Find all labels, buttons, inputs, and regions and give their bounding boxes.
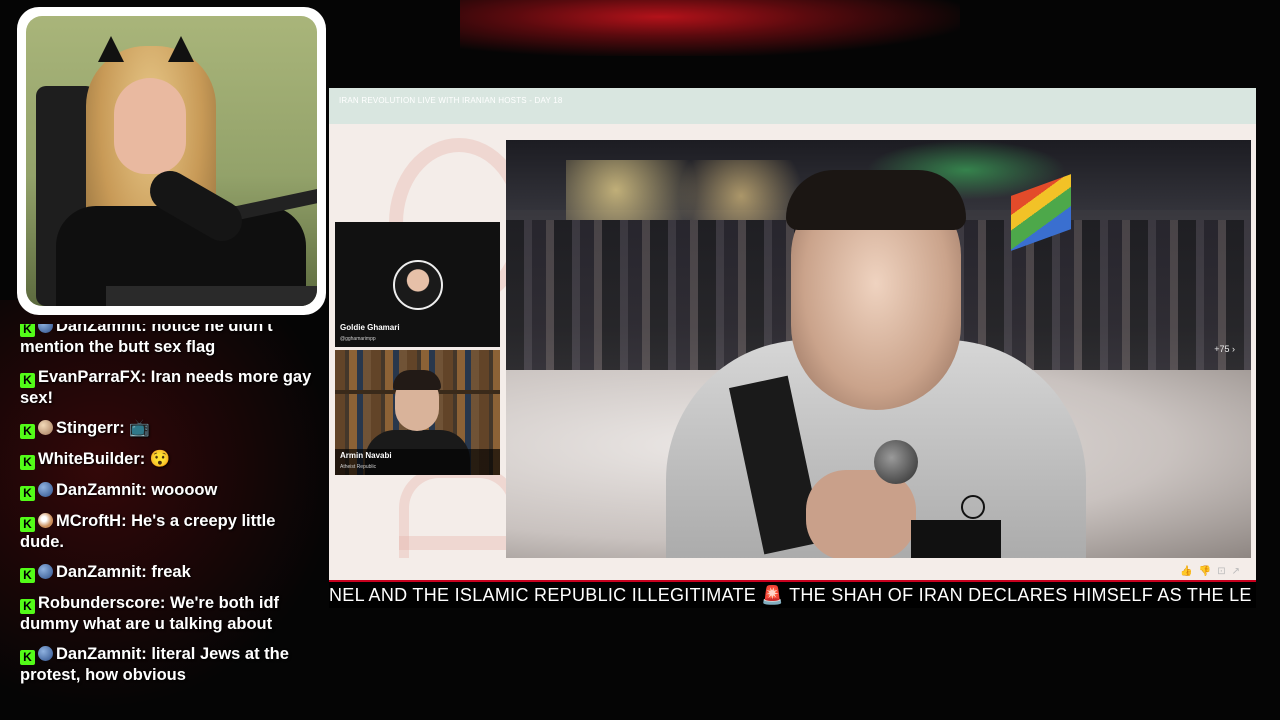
chat-message: K Stingerr: 📺 [0, 418, 330, 439]
cat-ear-left [98, 36, 124, 62]
kick-badge-icon: K [20, 568, 35, 583]
user-badge-icon [38, 420, 53, 435]
guest-tile-goldie[interactable]: Goldie Ghamari @gghamarimpp [335, 222, 500, 347]
globe-badge-icon [38, 482, 53, 497]
chat-message-text: DanZamnit: literal Jews at the protest, … [20, 645, 289, 684]
kick-badge-icon: K [20, 517, 35, 532]
guest-handle: @gghamarimpp [340, 336, 376, 342]
cat-ear-headband [98, 36, 194, 62]
pie-badge-icon [38, 513, 53, 528]
webcam-feed [26, 16, 317, 306]
chat-message: K MCroftH: He's a creepy little dude. [0, 511, 330, 552]
guest-handle: Atheist Republic [340, 464, 377, 470]
embedded-stream-window: IRAN REVOLUTION LIVE WITH IRANIAN HOSTS … [329, 88, 1256, 608]
ticker-text: NEL AND THE ISLAMIC REPUBLIC ILLEGITIMAT… [329, 585, 1252, 605]
stream-title-bar: IRAN REVOLUTION LIVE WITH IRANIAN HOSTS … [329, 88, 1256, 124]
background-red-glow [460, 0, 960, 56]
registered-mark [961, 495, 985, 519]
chat-message-text: WhiteBuilder: 😯 [38, 450, 171, 468]
chevron-right-icon: › [1232, 344, 1235, 354]
protest-video-feed[interactable]: +75 › [506, 140, 1251, 558]
kick-badge-icon: K [20, 650, 35, 665]
news-ticker: NEL AND THE ISLAMIC REPUBLIC ILLEGITIMAT… [329, 580, 1256, 608]
guest-tile-armin[interactable]: Armin Navabi Atheist Republic [335, 350, 500, 475]
kick-badge-icon: K [20, 455, 35, 470]
chat-message: K WhiteBuilder: 😯 [0, 449, 330, 470]
streamer-face [114, 78, 186, 174]
shirt-logo [911, 520, 1001, 558]
globe-badge-icon [38, 324, 53, 333]
kick-badge-icon: K [20, 424, 35, 439]
reporter-hair [786, 170, 966, 230]
streamer-webcam [17, 7, 326, 315]
city-lights [566, 160, 816, 220]
guest-hair [393, 370, 441, 390]
chat-message-text: Robunderscore: We're both idf dummy what… [20, 594, 280, 633]
globe-badge-icon [38, 646, 53, 661]
chat-message-text: EvanParraFX: Iran needs more gay sex! [20, 368, 312, 407]
kick-badge-icon: K [20, 373, 35, 388]
chat-message-text: Stingerr: 📺 [56, 419, 150, 437]
ticker-accent-line [329, 580, 1256, 582]
handheld-mic [874, 440, 918, 484]
chat-overlay: K DanZamnit: notice he didn't mention the… [0, 324, 330, 720]
chat-message-text: MCroftH: He's a creepy little dude. [20, 512, 276, 551]
cat-ear-right [168, 36, 194, 62]
chat-message: K DanZamnit: literal Jews at the protest,… [0, 644, 330, 685]
chat-message: K DanZamnit: freak [0, 562, 330, 583]
guest-avatar [393, 260, 443, 310]
reaction-icons[interactable]: 👍👎⊡↗ [1180, 566, 1246, 578]
chat-message: K EvanParraFX: Iran needs more gay sex! [0, 367, 330, 408]
guest-name: Armin Navabi [340, 451, 392, 460]
more-participants[interactable]: +75 › [1214, 343, 1235, 355]
chat-message-text: DanZamnit: notice he didn't mention the … [20, 324, 273, 356]
kick-badge-icon: K [20, 324, 35, 337]
chat-message: K DanZamnit: woooow [0, 480, 330, 501]
siren-icon: 🚨 [761, 585, 785, 605]
globe-badge-icon [38, 564, 53, 579]
kick-badge-icon: K [20, 486, 35, 501]
chat-message-text: DanZamnit: woooow [56, 481, 218, 499]
kick-badge-icon: K [20, 599, 35, 614]
chat-message-text: DanZamnit: freak [56, 563, 191, 581]
desk [106, 286, 317, 306]
guest-name: Goldie Ghamari [340, 323, 400, 332]
chat-message: K Robunderscore: We're both idf dummy wha… [0, 593, 330, 634]
stream-title: IRAN REVOLUTION LIVE WITH IRANIAN HOSTS … [339, 96, 563, 105]
chat-message: K DanZamnit: notice he didn't mention the… [0, 324, 330, 357]
